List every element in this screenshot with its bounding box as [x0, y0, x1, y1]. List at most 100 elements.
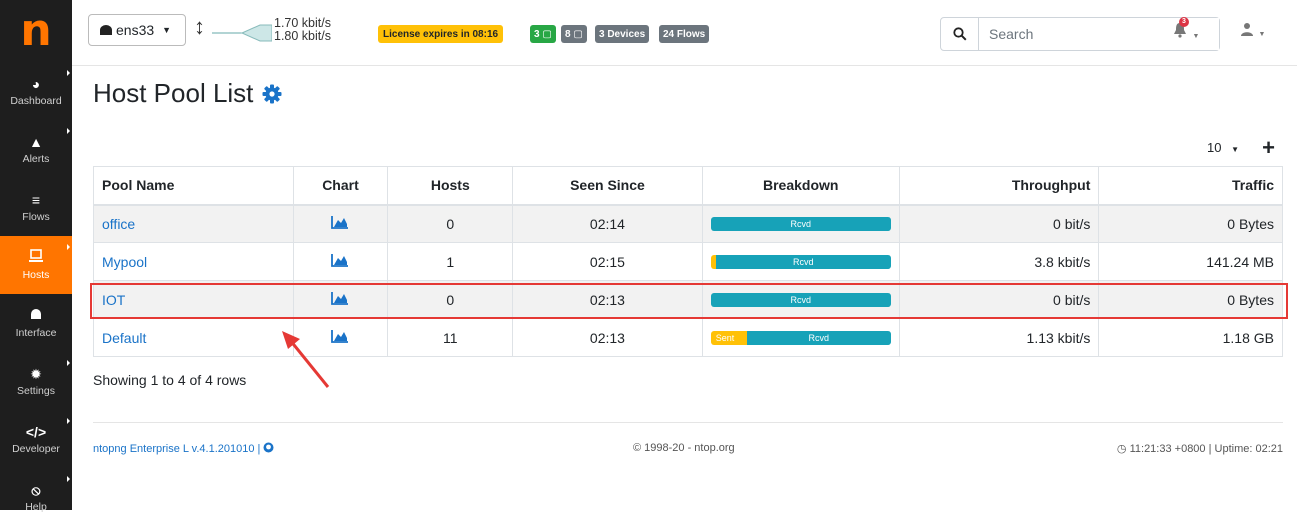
sidebar-item-flows[interactable]: ≡ Flows — [0, 178, 72, 236]
rcvd-segment: Rcvd — [710, 292, 891, 307]
uptime-info: ◷ 11:21:33 +0800 | Uptime: 02:21 — [1117, 442, 1283, 455]
sidebar-item-label: Flows — [22, 210, 50, 223]
pool-link[interactable]: office — [102, 216, 135, 232]
search-icon — [952, 27, 967, 41]
user-menu[interactable]: ▼ — [1240, 22, 1265, 41]
sidebar-item-dashboard[interactable]: ◕ Dashboard — [0, 62, 72, 120]
col-seen-since[interactable]: Seen Since — [512, 166, 703, 206]
caret-right-icon — [67, 476, 70, 482]
sidebar-item-interface[interactable]: Interface — [0, 294, 72, 352]
annotation-arrow — [282, 331, 330, 388]
caret-right-icon — [67, 418, 70, 424]
chart-cell — [292, 280, 389, 319]
devices-badge[interactable]: 3 Devices — [595, 25, 650, 43]
github-icon — [263, 442, 274, 453]
traffic-cell: 1.18 GB — [1098, 318, 1283, 357]
seen-since-cell: 02:15 — [512, 242, 703, 281]
chevron-down-icon: ▼ — [162, 25, 172, 35]
pool-name-cell: IOT — [93, 280, 294, 319]
throughput-readout: 1.70 kbit/s 1.80 kbit/s — [274, 17, 331, 43]
sidebar-item-alerts[interactable]: ▲ Alerts — [0, 120, 72, 178]
flows-badge[interactable]: 24 Flows — [659, 25, 710, 43]
sidebar-item-label: Settings — [17, 384, 55, 397]
traffic-sparkline — [212, 24, 272, 42]
code-icon: </> — [25, 423, 47, 440]
badge-count: 8 — [565, 28, 571, 40]
pool-link[interactable]: Mypool — [102, 254, 147, 270]
warning-icon: ▲ — [29, 133, 43, 150]
rcvd-segment: Rcvd — [710, 216, 891, 231]
caret-right-icon — [67, 128, 70, 134]
remote-hosts-badge[interactable]: 8 ▢ — [561, 25, 587, 43]
download-rate: 1.80 kbit/s — [274, 29, 331, 43]
throughput-cell: 3.8 kbit/s — [898, 242, 1100, 281]
tachometer-icon: ◕ — [31, 75, 41, 92]
col-breakdown: Breakdown — [701, 166, 900, 206]
ethernet-icon — [29, 308, 43, 324]
throughput-cell: 0 bit/s — [898, 204, 1100, 243]
pool-name-cell: Mypool — [93, 242, 294, 281]
pool-link[interactable]: IOT — [102, 292, 125, 308]
table-row: Mypool 1 02:15 Rcvd 3.8 kbit/s 141.24 MB — [93, 242, 1283, 281]
area-chart-icon[interactable] — [331, 215, 349, 230]
page-size-dropdown[interactable]: 10 ▼ — [1207, 140, 1239, 155]
seen-since-cell: 02:13 — [512, 318, 703, 357]
area-chart-icon[interactable] — [331, 253, 349, 267]
interface-name: ens33 — [116, 22, 155, 38]
page-size-value: 10 — [1206, 140, 1222, 155]
col-pool-name[interactable]: Pool Name — [93, 166, 294, 206]
table-row: office 0 02:14 Rcvd 0 bit/s 0 Bytes — [93, 204, 1283, 243]
col-traffic[interactable]: Traffic — [1098, 166, 1283, 206]
page-title: Host Pool List — [93, 78, 283, 109]
caret-right-icon — [67, 70, 70, 76]
hosts-cell: 0 — [387, 204, 514, 243]
local-hosts-badge[interactable]: 3 ▢ — [530, 25, 556, 43]
up-down-arrows-icon: ↕ — [194, 14, 205, 39]
caret-right-icon — [67, 244, 70, 250]
hosts-cell: 1 — [387, 242, 514, 281]
pool-name-cell: office — [93, 204, 294, 243]
sidebar-item-label: Help — [25, 500, 47, 513]
gear-icon[interactable] — [261, 83, 283, 105]
pool-link[interactable]: Default — [102, 330, 146, 346]
sidebar-item-settings[interactable]: ✹ Settings — [0, 352, 72, 410]
table-header-row: Pool Name Chart Hosts Seen Since Breakdo… — [93, 166, 1283, 206]
table-row: IOT 0 02:13 Rcvd 0 bit/s 0 Bytes — [93, 280, 1283, 319]
add-pool-button[interactable]: + — [1262, 135, 1275, 161]
sent-segment: Sent — [710, 330, 747, 345]
chevron-down-icon: ▼ — [1231, 145, 1239, 154]
alerts-dropdown[interactable]: 3 ▼ — [1172, 17, 1200, 43]
chevron-down-icon: ▼ — [1258, 31, 1266, 38]
alerts-count-badge: 3 — [1179, 17, 1189, 27]
caret-right-icon — [67, 360, 70, 366]
chart-cell — [292, 242, 389, 281]
breakdown-cell: Rcvd — [701, 242, 900, 281]
sidebar-item-label: Dashboard — [10, 94, 62, 107]
sidebar-item-help[interactable]: ⦸ Help — [0, 468, 72, 526]
sidebar-item-label: Developer — [12, 442, 60, 455]
hosts-cell: 11 — [387, 318, 514, 357]
search-button[interactable] — [941, 18, 979, 50]
laptop-icon — [28, 249, 44, 266]
col-hosts[interactable]: Hosts — [387, 166, 514, 206]
version-link[interactable]: ntopng Enterprise L v.4.1.201010 | — [93, 442, 274, 455]
user-icon — [1241, 23, 1253, 36]
sidebar-item-developer[interactable]: </> Developer — [0, 410, 72, 468]
interface-dropdown[interactable]: ens33 ▼ — [88, 14, 186, 46]
throughput-cell: 0 bit/s — [898, 280, 1100, 319]
traffic-cell: 141.24 MB — [1098, 242, 1283, 281]
area-chart-icon[interactable] — [331, 291, 349, 305]
sidebar-item-hosts[interactable]: Hosts — [0, 236, 72, 294]
license-badge[interactable]: License expires in 08:16 — [378, 25, 504, 43]
seen-since-cell: 02:13 — [512, 280, 703, 319]
cog-icon: ✹ — [30, 365, 42, 382]
pagination-info: Showing 1 to 4 of 4 rows — [93, 372, 247, 388]
traffic-cell: 0 Bytes — [1098, 280, 1283, 319]
seen-since-cell: 02:14 — [512, 204, 703, 243]
uptime-text: 11:21:33 +0800 | Uptime: 02:21 — [1129, 443, 1283, 455]
laptop-icon: ▢ — [542, 28, 552, 40]
ntopng-logo[interactable]: n — [0, 0, 72, 62]
col-throughput[interactable]: Throughput — [898, 166, 1100, 206]
laptop-icon: ▢ — [573, 28, 583, 40]
chevron-down-icon: ▼ — [1192, 33, 1200, 40]
